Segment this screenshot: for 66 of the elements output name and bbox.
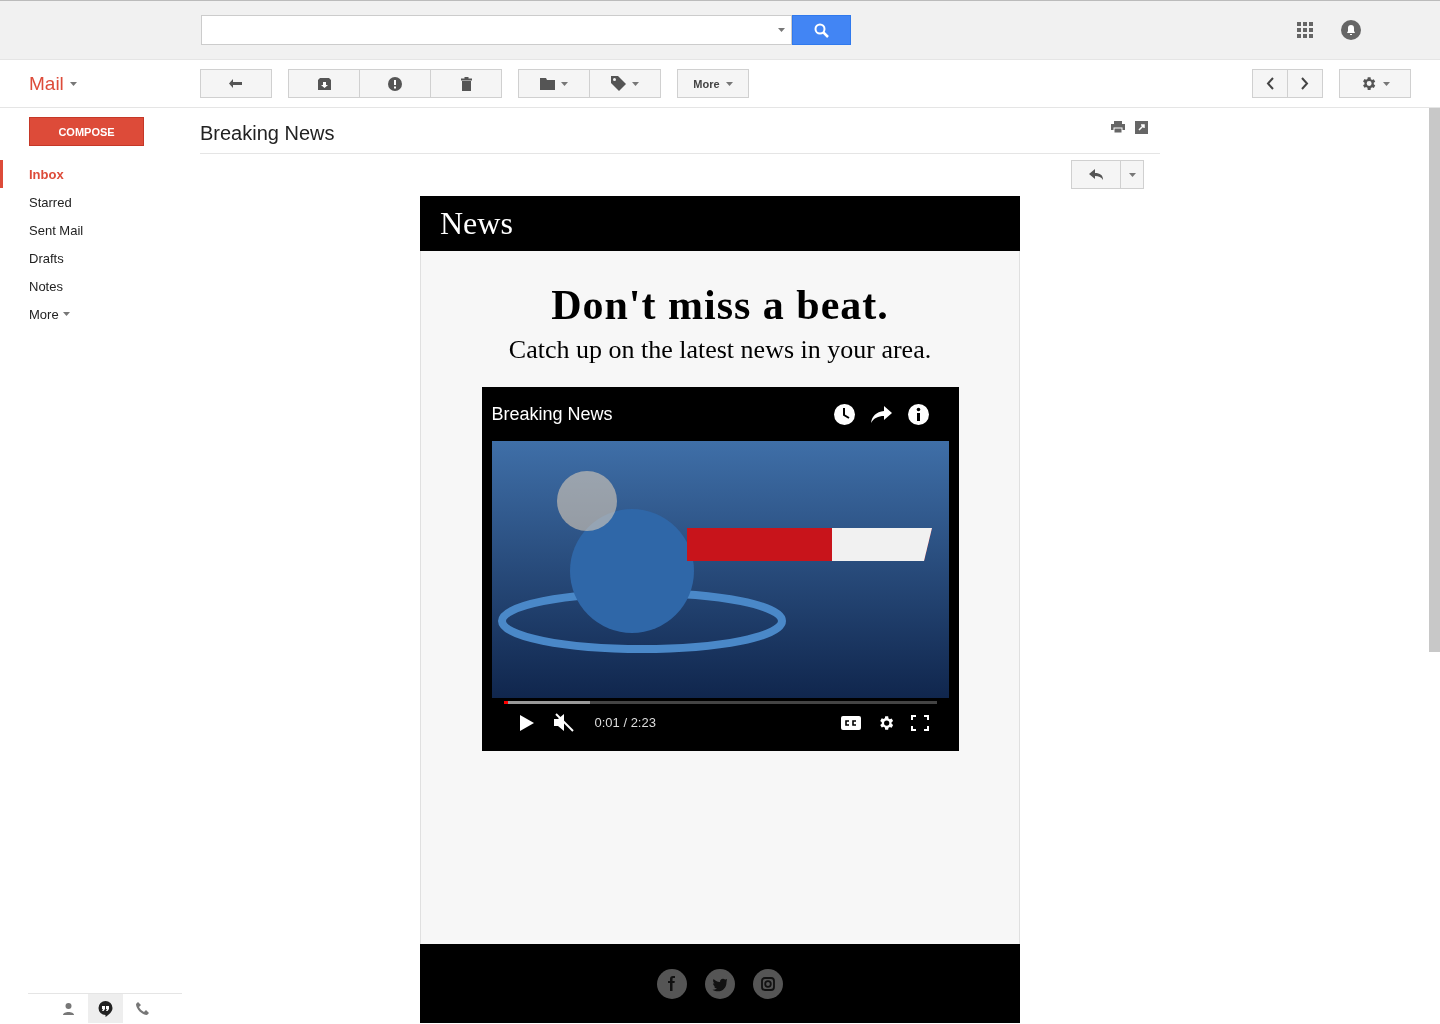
search-icon <box>814 22 829 38</box>
tag-icon <box>611 76 626 91</box>
chevron-left-icon <box>1266 77 1274 90</box>
trash-icon <box>460 76 472 91</box>
nav-item[interactable]: Sent Mail <box>0 216 140 244</box>
new-window-icon[interactable] <box>1135 121 1148 134</box>
apps-grid-icon[interactable] <box>1297 22 1313 38</box>
caret-icon <box>69 82 77 86</box>
search-button[interactable] <box>792 15 851 45</box>
spam-button[interactable] <box>360 69 431 98</box>
exclamation-icon <box>388 76 402 91</box>
person-icon <box>61 1002 75 1015</box>
phone-icon <box>134 1001 150 1016</box>
back-arrow-icon <box>229 79 243 88</box>
notification-icon[interactable] <box>1341 20 1361 40</box>
next-button[interactable] <box>1288 69 1323 98</box>
dropdown-caret-icon <box>778 28 785 32</box>
settings-button[interactable] <box>1339 69 1411 98</box>
facebook-icon[interactable] <box>657 968 687 999</box>
move-to-button[interactable] <box>518 69 590 98</box>
info-icon[interactable] <box>907 403 929 425</box>
caret-icon <box>632 81 639 86</box>
camera-icon[interactable] <box>753 968 783 999</box>
label-button[interactable] <box>590 69 661 98</box>
nav-item[interactable]: Inbox <box>0 160 140 188</box>
fullscreen-icon[interactable] <box>910 714 929 731</box>
more-button[interactable]: More <box>677 69 749 98</box>
nav-item[interactable]: Drafts <box>0 244 140 272</box>
message-subject: Breaking News <box>200 122 335 145</box>
caret-icon <box>1128 172 1136 177</box>
caret-icon <box>561 81 568 86</box>
caret-icon <box>62 312 70 316</box>
nav-item[interactable]: Starred <box>0 188 140 216</box>
bird-icon[interactable] <box>705 968 735 999</box>
archive-button[interactable] <box>288 69 360 98</box>
compose-button[interactable]: COMPOSE <box>29 117 144 146</box>
previous-button[interactable] <box>1252 69 1288 98</box>
newsletter-headline: Don't miss a beat. <box>551 281 889 329</box>
sidebar-tab[interactable] <box>87 994 123 1023</box>
caret-icon <box>1383 81 1390 86</box>
newsletter-subheadline: Catch up on the latest news in your area. <box>508 335 932 365</box>
clock-icon[interactable] <box>833 403 855 425</box>
folder-icon <box>540 77 555 90</box>
settings-icon <box>1360 75 1377 92</box>
video-progress-track[interactable] <box>503 701 937 704</box>
chevron-right-icon <box>1301 77 1309 90</box>
app-menu[interactable]: Mail <box>0 73 200 95</box>
captions-icon[interactable] <box>840 715 861 730</box>
video-title[interactable]: Breaking News <box>491 403 613 425</box>
caret-icon <box>725 81 733 86</box>
quote-bubble-icon <box>97 1000 113 1017</box>
back-button[interactable] <box>200 69 272 98</box>
reply-arrow-icon <box>1089 169 1103 180</box>
reply-button[interactable] <box>1071 160 1121 189</box>
print-icon[interactable] <box>1111 121 1125 133</box>
video-time: 0:01 / 2:23 <box>594 715 656 730</box>
search-field[interactable] <box>201 15 792 45</box>
archive-icon <box>317 77 331 90</box>
play-icon[interactable] <box>519 714 534 731</box>
scrollbar[interactable] <box>1429 108 1440 652</box>
nav-item[interactable]: More <box>0 300 140 328</box>
nav-item[interactable]: Notes <box>0 272 140 300</box>
newsletter-brand: News <box>440 205 513 242</box>
delete-button[interactable] <box>431 69 502 98</box>
muted-speaker-icon[interactable] <box>553 713 575 732</box>
share-arrow-icon[interactable] <box>870 405 892 423</box>
